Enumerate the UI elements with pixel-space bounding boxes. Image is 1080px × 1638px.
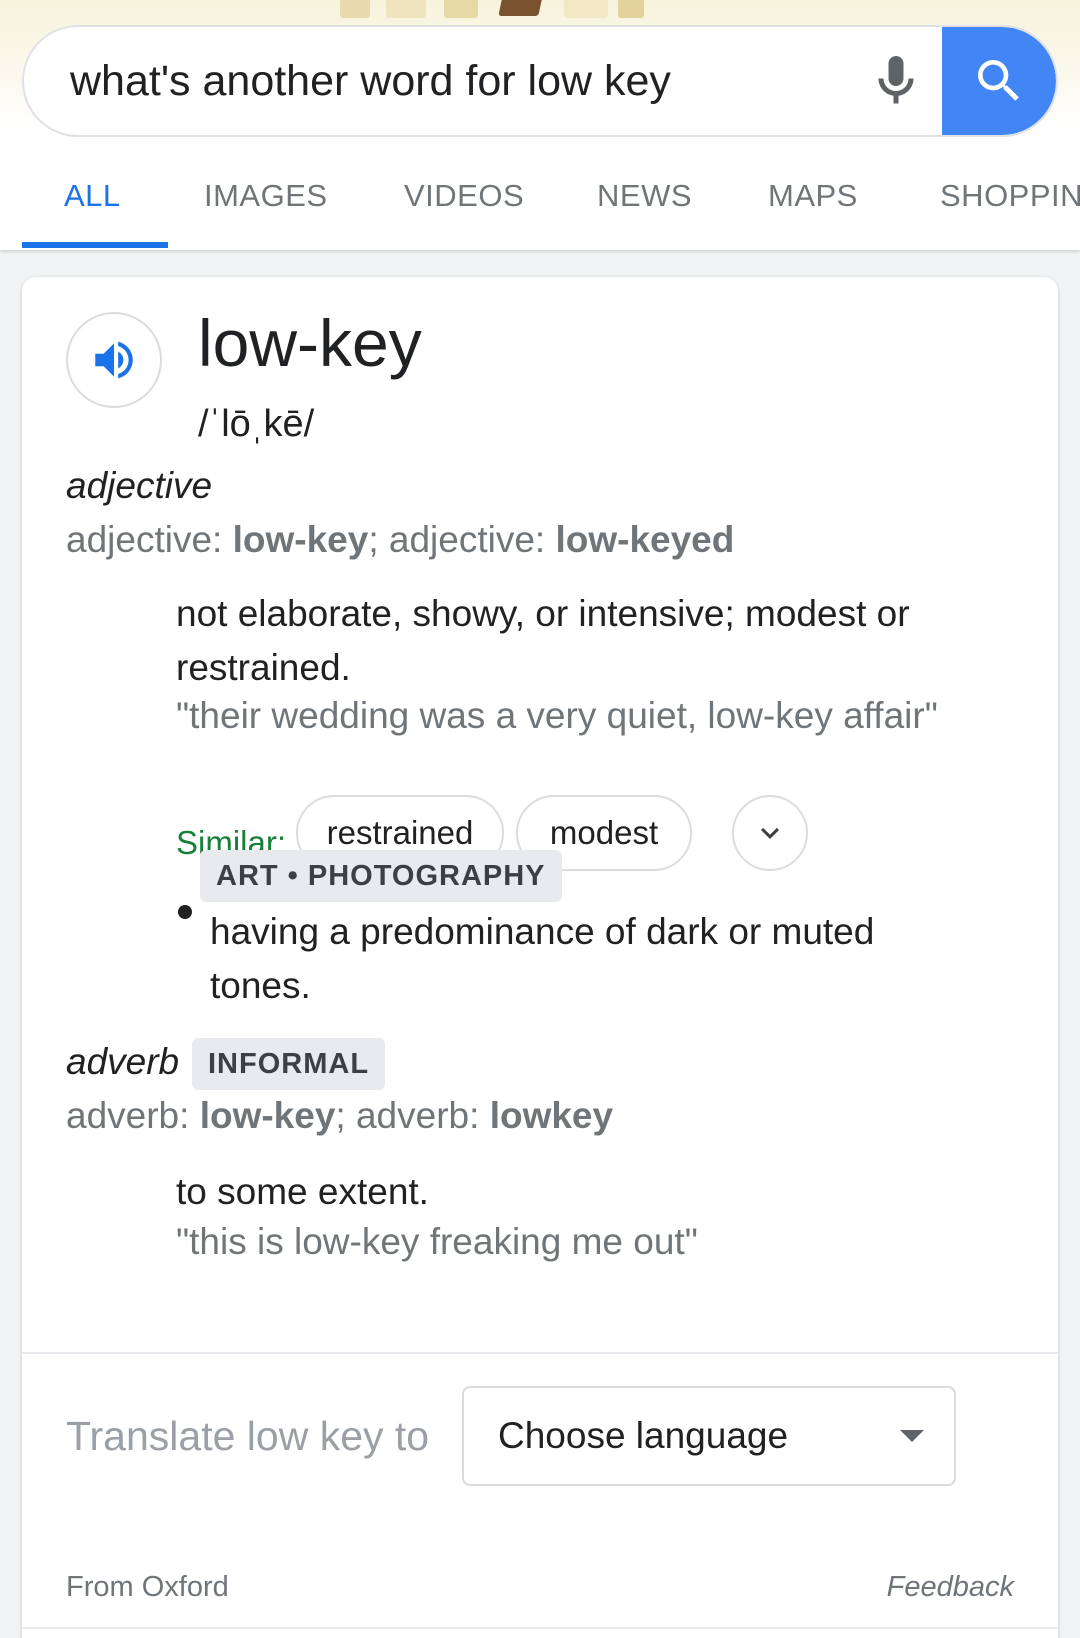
tab-maps[interactable]: MAPS xyxy=(768,160,858,250)
tab-all[interactable]: ALL xyxy=(64,160,121,250)
microphone-icon[interactable] xyxy=(866,51,926,111)
source-attribution: From Oxford xyxy=(66,1571,229,1603)
search-header: what's another word for low key ALL IMAG… xyxy=(0,0,1080,250)
translate-label: Translate low key to xyxy=(66,1413,430,1459)
phonetic-spelling: /ˈlōˌkē/ xyxy=(198,403,315,445)
dropdown-caret-icon xyxy=(900,1430,924,1442)
adjective-form-1: low-key xyxy=(232,519,369,560)
part-of-speech-adverb: adverb xyxy=(66,1041,180,1082)
search-tabs: ALL IMAGES VIDEOS NEWS MAPS SHOPPING xyxy=(0,160,1080,250)
register-tag-informal: INFORMAL xyxy=(192,1038,386,1090)
speaker-icon xyxy=(95,341,133,379)
feedback-link[interactable]: Feedback xyxy=(887,1571,1014,1604)
doodle-illustration xyxy=(340,0,720,22)
adverb-form-2: lowkey xyxy=(489,1095,614,1136)
subject-label-tag: ART • PHOTOGRAPHY xyxy=(200,850,562,902)
tab-news[interactable]: NEWS xyxy=(597,160,692,250)
tab-shopping[interactable]: SHOPPING xyxy=(940,160,1080,250)
adverb-definition: to some extent. xyxy=(176,1171,429,1212)
tab-videos[interactable]: VIDEOS xyxy=(404,160,524,250)
card-bottom-divider xyxy=(22,1627,1058,1629)
section-divider xyxy=(22,1352,1058,1354)
active-tab-indicator xyxy=(22,242,168,248)
adverb-form-1: low-key xyxy=(199,1095,336,1136)
dictionary-card: low-key /ˈlōˌkē/ adjective adjective: lo… xyxy=(22,277,1058,1638)
adjective-example: "their wedding was a very quiet, low-key… xyxy=(176,695,938,736)
adjective-form-2: low-keyed xyxy=(555,519,735,560)
pronunciation-button[interactable] xyxy=(66,312,162,408)
adverb-example: "this is low-key freaking me out" xyxy=(176,1221,698,1262)
language-select-value: Choose language xyxy=(498,1415,789,1456)
adverb-forms: adverb: low-key; adverb: lowkey xyxy=(66,1095,614,1136)
adjective-sense2-definition: having a predominance of dark or muted t… xyxy=(210,911,875,1006)
adjective-forms: adjective: low-key; adjective: low-keyed xyxy=(66,519,735,560)
tab-images[interactable]: IMAGES xyxy=(204,160,328,250)
magnifier-icon xyxy=(978,60,1019,101)
search-button[interactable] xyxy=(942,27,1056,135)
search-box[interactable]: what's another word for low key xyxy=(22,25,1058,137)
part-of-speech-adjective: adjective xyxy=(66,465,213,506)
search-input[interactable]: what's another word for low key xyxy=(70,27,671,135)
language-select[interactable]: Choose language xyxy=(462,1386,956,1486)
chevron-down-icon xyxy=(761,827,779,839)
adjective-definition: not elaborate, showy, or intensive; mode… xyxy=(176,593,910,688)
expand-similar-button[interactable] xyxy=(732,795,808,871)
headword: low-key xyxy=(198,306,422,380)
sense-bullet xyxy=(178,905,192,919)
